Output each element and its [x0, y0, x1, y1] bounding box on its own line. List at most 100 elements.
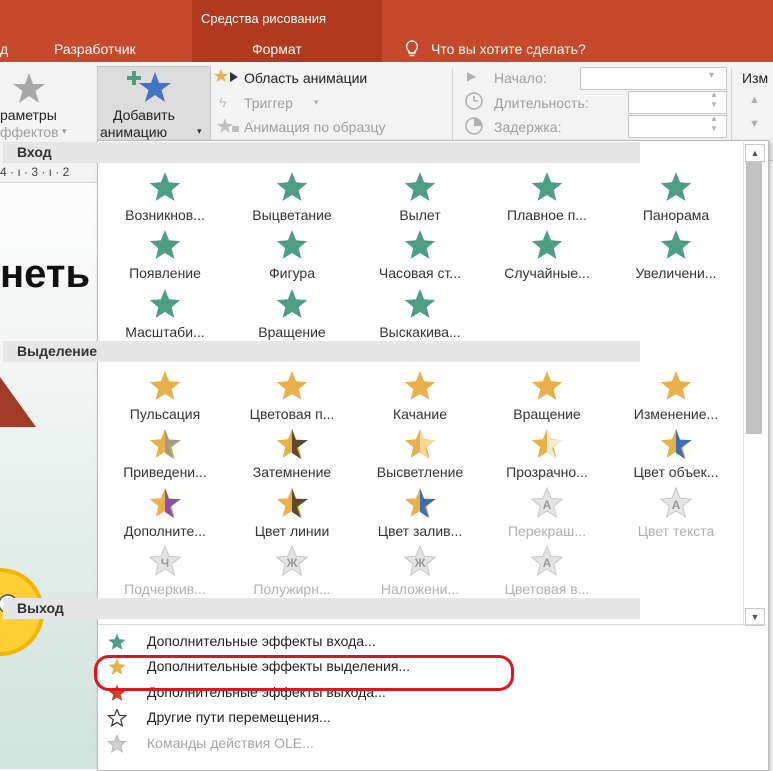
effect-label: Цвет линии	[254, 523, 330, 539]
effect-line-color-star[interactable]: Цвет линии	[228, 486, 356, 542]
start-dropdown[interactable]	[580, 67, 727, 90]
effect-appear-star[interactable]: Возникнов...	[101, 170, 229, 226]
tab-developer[interactable]: Разработчик	[54, 41, 136, 57]
effect-label: Перекраш...	[507, 523, 587, 539]
effect-wipe-star[interactable]: Появление	[101, 228, 229, 284]
clock-icon	[464, 91, 484, 116]
effect-label: Подчеркив...	[124, 581, 206, 597]
slide-triangle-shape[interactable]	[0, 377, 40, 434]
effect-zoom-star[interactable]: Масштаби...	[101, 287, 229, 343]
scroll-up-icon[interactable]: ▲	[745, 144, 765, 162]
effect-label: Прозрачно...	[506, 464, 588, 480]
lightning-icon: ϟ	[219, 94, 227, 110]
effect-label: Дополните...	[124, 523, 206, 539]
effect-label: Масштаби...	[125, 324, 205, 340]
effect-label: Высветление	[376, 464, 464, 480]
tab-partial[interactable]: д	[0, 41, 8, 57]
effect-options-line2[interactable]: ффектов	[0, 124, 59, 140]
effect-shape-star[interactable]: Фигура	[228, 228, 356, 284]
grow-turn-star-icon	[612, 228, 740, 262]
slide-title[interactable]: неть	[0, 252, 90, 297]
effect-label: Изменение...	[633, 406, 719, 422]
pulse-star-icon	[101, 369, 229, 403]
effect-fill-color-star[interactable]: Цвет залив...	[356, 486, 484, 542]
effect-grow-shrink-star[interactable]: Изменение...	[612, 369, 740, 425]
effect-darken-star[interactable]: Затемнение	[228, 427, 356, 483]
effect-complementary-color-star[interactable]: Дополните...	[101, 486, 229, 542]
effect-grow-turn-star[interactable]: Увеличени...	[612, 228, 740, 284]
object-color-star-icon	[612, 427, 740, 461]
effect-teeter-star[interactable]: Качание	[356, 369, 484, 425]
effect-label: Цветовая в...	[504, 581, 590, 597]
effect-wheel-star[interactable]: Часовая ст...	[356, 228, 484, 284]
lightbulb-icon	[404, 40, 420, 63]
trigger-button[interactable]: Триггер	[244, 95, 293, 111]
add-animation-line1: Добавить	[113, 107, 175, 123]
svg-text:A: A	[543, 556, 552, 570]
effect-fly-in-star[interactable]: Вылет	[356, 170, 484, 226]
effect-label: Увеличени...	[635, 265, 717, 281]
transparency-star-icon	[483, 427, 611, 461]
bounce-star-icon	[356, 287, 484, 321]
menu-item-green-star[interactable]: Дополнительные эффекты входа...	[100, 629, 740, 654]
animation-pane-icon	[214, 68, 240, 91]
effect-options-star-icon	[12, 72, 46, 109]
start-chevron-icon: ▾	[709, 70, 715, 81]
effect-underline-star: Ч Подчеркив...	[101, 544, 229, 600]
section-exit: Выход	[3, 598, 640, 619]
animation-pane-button[interactable]: Область анимации	[244, 70, 367, 86]
effect-fade-star[interactable]: Выцветание	[228, 170, 356, 226]
delay-label: Задержка:	[494, 119, 562, 135]
menu-item-label: Команды действия OLE...	[147, 735, 314, 751]
scroll-thumb[interactable]	[746, 162, 762, 434]
effect-object-color-star[interactable]: Цвет объек...	[612, 427, 740, 483]
appear-star-icon	[101, 170, 229, 204]
effect-options-line1[interactable]: раметры	[0, 107, 57, 123]
lighten-star-icon	[356, 427, 484, 461]
effect-label: Наложени...	[380, 581, 460, 597]
effect-pulse-star[interactable]: Пульсация	[101, 369, 229, 425]
delay-clock-icon	[464, 116, 484, 141]
effect-label: Выцветание	[252, 207, 332, 223]
effect-transparency-star[interactable]: Прозрачно...	[483, 427, 611, 483]
start-label: Начало:	[494, 70, 547, 86]
effect-color-pulse-star[interactable]: Цветовая п...	[228, 369, 356, 425]
shape-star-icon	[228, 228, 356, 262]
tell-me-box[interactable]: Что вы хотите сделать?	[431, 41, 586, 57]
float-in-star-icon	[483, 170, 611, 204]
effect-label: Полужирн...	[253, 581, 331, 597]
effect-label: Цвет залив...	[377, 523, 463, 539]
menu-item-outline-star[interactable]: Другие пути перемещения...	[100, 705, 740, 730]
swivel-star-icon	[228, 287, 356, 321]
tab-format[interactable]: Формат	[252, 41, 302, 57]
effect-label: Вращение	[258, 324, 326, 340]
add-animation-line2: анимацию	[100, 124, 168, 140]
effect-label: Вращение	[513, 406, 581, 422]
effect-desaturate-star[interactable]: Приведени...	[101, 427, 229, 483]
line-color-star-icon	[228, 486, 356, 520]
effect-bold-reveal-star: Ж Наложени...	[356, 544, 484, 600]
effect-label: Затемнение	[252, 464, 332, 480]
color-pulse-star-icon	[228, 369, 356, 403]
duration-spin-icon: ▲ ▼	[710, 90, 718, 109]
svg-text:Ч: Ч	[161, 556, 169, 570]
random-bars-star-icon	[483, 228, 611, 262]
effect-label: Фигура	[269, 265, 315, 281]
effect-swivel-star[interactable]: Вращение	[228, 287, 356, 343]
effect-random-bars-star[interactable]: Случайные...	[483, 228, 611, 284]
effect-lighten-star[interactable]: Высветление	[356, 427, 484, 483]
brush-color-star-icon: A	[483, 486, 611, 520]
move-earlier-icon[interactable]: ▲	[749, 94, 760, 106]
chevron-down-icon: ▾	[197, 126, 202, 136]
effect-bounce-star[interactable]: Выскакива...	[356, 287, 484, 343]
effect-spin-star[interactable]: Вращение	[483, 369, 611, 425]
split-star-icon	[612, 170, 740, 204]
effect-float-in-star[interactable]: Плавное п...	[483, 170, 611, 226]
move-later-icon[interactable]: ▼	[749, 118, 760, 130]
reorder-label: Изм	[742, 70, 769, 86]
effect-split-star[interactable]: Панорама	[612, 170, 740, 226]
font-color-star-icon: A	[612, 486, 740, 520]
svg-text:A: A	[543, 498, 552, 512]
effect-label: Случайные...	[504, 265, 590, 281]
animation-painter-button[interactable]: Анимация по образцу	[244, 119, 386, 135]
